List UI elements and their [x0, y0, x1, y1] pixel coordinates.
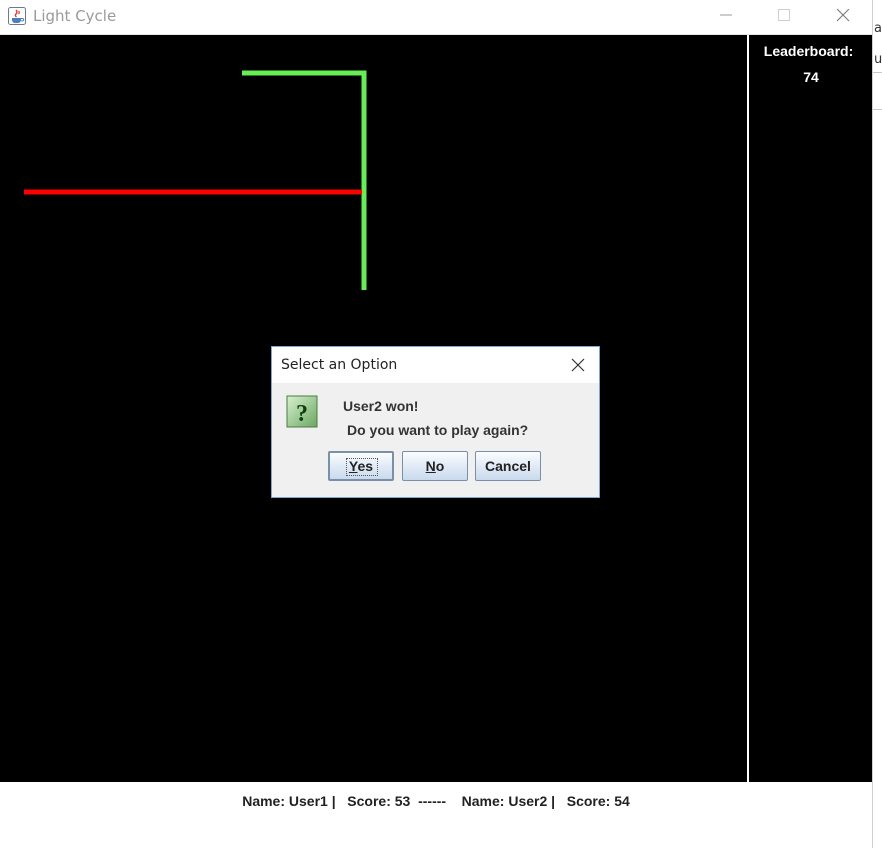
dialog-message-question: Do you want to play again?	[347, 422, 529, 438]
focus-ring	[346, 458, 378, 476]
background-window-text-1: ac	[874, 21, 882, 36]
svg-text:?: ?	[296, 401, 308, 427]
player2-name: Name: User2 |	[461, 793, 556, 809]
leaderboard-title: Leaderboard:	[763, 43, 854, 59]
player1-name: Name: User1 |	[242, 793, 336, 809]
background-window-divider	[873, 72, 882, 73]
leaderboard-panel: Leaderboard: 74	[749, 35, 872, 782]
yes-button[interactable]: Yes	[328, 451, 394, 481]
dialog-close-button[interactable]	[562, 351, 594, 379]
player1-score: Score: 53	[347, 793, 411, 809]
score-separator: ------	[418, 793, 447, 809]
leaderboard-top-score: 74	[803, 69, 819, 85]
play-again-dialog[interactable]: Select an Option ? User2 won! Do you wan…	[271, 346, 600, 498]
background-window-divider	[873, 109, 882, 110]
dialog-title: Select an Option	[281, 357, 398, 373]
status-bar: Name: User1 | Score: 53 ------ Name: Use…	[0, 782, 872, 848]
close-button[interactable]	[820, 0, 866, 32]
score-line: Name: User1 | Score: 53 ------ Name: Use…	[0, 793, 872, 809]
cancel-button[interactable]: Cancel	[475, 451, 541, 481]
window-title: Light Cycle	[33, 7, 117, 25]
background-window-edge[interactable]: ac u	[872, 0, 882, 848]
background-window-text-2: u	[874, 52, 882, 67]
green-light-cycle-trail	[242, 70, 367, 290]
player2-score: Score: 54	[566, 793, 630, 809]
close-icon	[836, 9, 850, 22]
dialog-titlebar[interactable]: Select an Option	[272, 347, 599, 383]
java-app-icon	[8, 7, 26, 25]
minimize-button[interactable]	[703, 0, 749, 32]
minimize-icon	[720, 14, 732, 16]
light-cycle-app: Light Cycle ac u	[0, 0, 882, 848]
dialog-message-winner: User2 won!	[343, 398, 419, 414]
question-icon: ?	[286, 395, 318, 428]
maximize-button[interactable]	[761, 0, 807, 32]
window-titlebar[interactable]: Light Cycle	[0, 0, 872, 35]
no-button-label: o	[435, 458, 445, 474]
maximize-icon	[778, 9, 790, 21]
no-button-mnemonic: N	[425, 458, 436, 474]
close-icon	[571, 358, 585, 372]
no-button[interactable]: No	[402, 451, 468, 481]
